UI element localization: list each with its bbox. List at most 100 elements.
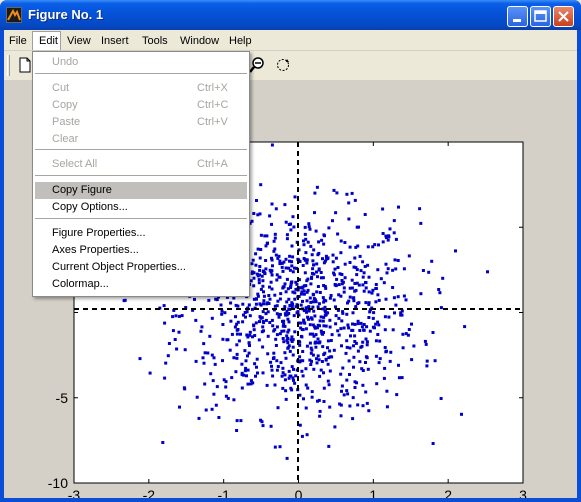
scatter-point: [383, 328, 387, 332]
menu-insert[interactable]: Insert: [101, 33, 129, 49]
scatter-point: [292, 314, 296, 318]
matlab-icon[interactable]: [6, 7, 22, 23]
scatter-point: [299, 359, 303, 363]
menu-item-axes-properties[interactable]: Axes Properties...: [35, 242, 247, 259]
scatter-point: [234, 315, 237, 319]
scatter-point: [331, 219, 334, 223]
scatter-point: [373, 326, 376, 330]
menu-item-copy-options[interactable]: Copy Options...: [35, 199, 247, 216]
scatter-point: [259, 287, 263, 291]
scatter-point: [361, 404, 365, 408]
scatter-point: [162, 304, 166, 308]
close-button[interactable]: [553, 6, 574, 27]
scatter-point: [224, 385, 228, 389]
scatter-point: [293, 297, 297, 301]
scatter-point: [402, 294, 406, 298]
scatter-point: [261, 310, 265, 314]
menu-edit[interactable]: Edit: [32, 31, 61, 50]
menu-item-colormap[interactable]: Colormap...: [35, 276, 247, 293]
scatter-point: [317, 251, 321, 255]
scatter-point: [194, 318, 198, 322]
scatter-point: [324, 324, 328, 328]
toolbar-grip[interactable]: [7, 55, 10, 76]
menu-item-copy[interactable]: Copy Ctrl+C: [35, 97, 247, 114]
scatter-point: [254, 263, 258, 267]
scatter-point: [287, 376, 291, 380]
scatter-point: [336, 329, 340, 333]
window-title: Figure No. 1: [28, 7, 104, 22]
scatter-point: [343, 262, 347, 266]
scatter-point: [314, 333, 318, 337]
scatter-point: [454, 249, 457, 253]
scatter-point: [385, 349, 388, 353]
scatter-point: [256, 213, 260, 217]
scatter-point: [347, 326, 351, 330]
scatter-point: [239, 332, 242, 336]
scatter-point: [281, 269, 285, 273]
menu-item-paste[interactable]: Paste Ctrl+V: [35, 114, 247, 131]
scatter-point: [280, 265, 284, 269]
menu-item-cut[interactable]: Cut Ctrl+X: [35, 80, 247, 97]
scatter-point: [274, 207, 278, 211]
rotate-icon[interactable]: [274, 56, 292, 74]
scatter-point: [334, 305, 337, 309]
scatter-point: [347, 359, 351, 363]
menu-window[interactable]: Window: [180, 33, 219, 49]
scatter-point: [183, 348, 187, 352]
scatter-point: [197, 416, 201, 420]
scatter-point: [255, 357, 259, 361]
scatter-point: [252, 212, 256, 215]
scatter-point: [287, 297, 291, 301]
scatter-point: [317, 398, 321, 402]
menu-file[interactable]: File: [9, 33, 27, 49]
scatter-point: [210, 353, 214, 357]
scatter-point: [246, 382, 250, 386]
scatter-point: [336, 232, 340, 236]
minimize-button[interactable]: [507, 6, 528, 27]
scatter-point: [381, 240, 385, 244]
scatter-point: [396, 295, 400, 299]
scatter-point: [268, 321, 272, 324]
scatter-point: [321, 296, 325, 300]
menu-help[interactable]: Help: [229, 33, 252, 49]
menu-tools[interactable]: Tools: [142, 33, 168, 49]
title-bar[interactable]: Figure No. 1: [0, 0, 581, 30]
scatter-point: [235, 343, 239, 347]
scatter-point: [291, 345, 295, 349]
scatter-point: [282, 329, 286, 333]
scatter-point: [381, 232, 385, 235]
scatter-point: [177, 314, 181, 318]
menu-separator: [35, 175, 247, 177]
scatter-point: [247, 341, 251, 345]
scatter-point: [291, 215, 295, 219]
scatter-point: [394, 267, 398, 271]
scatter-point: [317, 302, 321, 306]
scatter-point: [348, 245, 352, 249]
menu-view[interactable]: View: [67, 33, 91, 49]
scatter-point: [406, 333, 410, 337]
menu-item-figure-properties[interactable]: Figure Properties...: [35, 225, 247, 242]
scatter-point: [311, 323, 315, 327]
menu-item-current-object-properties[interactable]: Current Object Properties...: [35, 259, 247, 276]
menu-item-undo[interactable]: Undo: [35, 54, 247, 71]
scatter-point: [282, 260, 286, 264]
zoom-out-icon[interactable]: [248, 56, 266, 74]
scatter-point: [278, 312, 282, 316]
scatter-point: [377, 298, 381, 302]
scatter-point: [437, 288, 441, 291]
scatter-point: [307, 317, 310, 321]
scatter-point: [292, 225, 296, 229]
scatter-point: [388, 227, 392, 231]
menu-item-shortcut: Ctrl+A: [197, 158, 228, 170]
menu-item-select-all[interactable]: Select All Ctrl+A: [35, 156, 247, 173]
menu-item-clear[interactable]: Clear: [35, 131, 247, 148]
scatter-point: [250, 262, 254, 266]
scatter-point: [235, 356, 239, 360]
scatter-point: [177, 330, 181, 334]
scatter-point: [304, 383, 308, 387]
maximize-button[interactable]: [530, 6, 551, 27]
menu-item-copy-figure[interactable]: Copy Figure: [35, 182, 247, 199]
scatter-point: [273, 383, 277, 387]
scatter-point: [284, 266, 288, 270]
scatter-point: [360, 344, 364, 348]
